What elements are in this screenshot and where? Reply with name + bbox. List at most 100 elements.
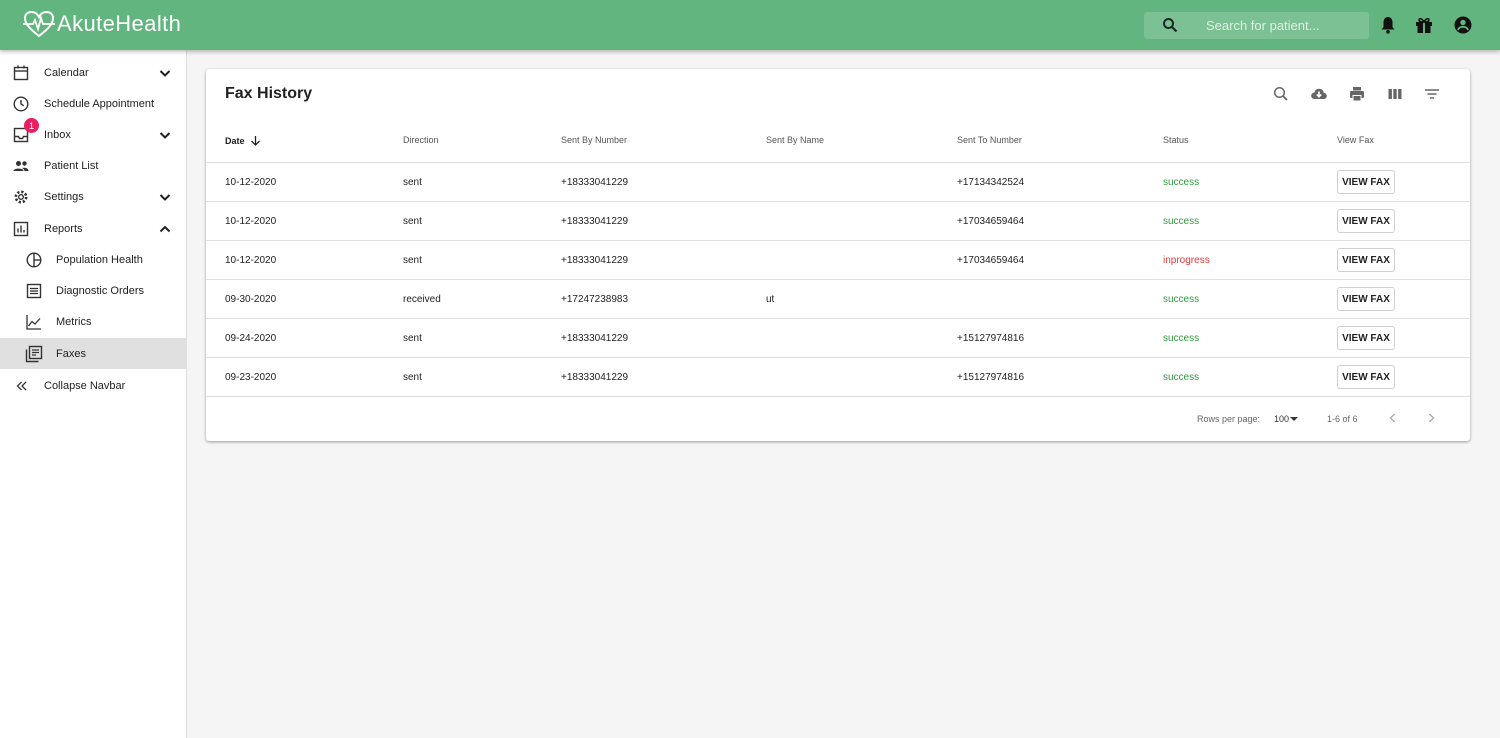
status-badge: success [1163,216,1200,227]
view-fax-button[interactable]: VIEW FAX [1337,326,1395,350]
cell-direction: sent [403,372,422,383]
brand-logo[interactable]: AkuteHealth [22,9,181,39]
table-row: 09-30-2020 received +17247238983 ut succ… [206,279,1470,318]
sidebar-item-label: Collapse Navbar [44,379,126,392]
brand-name: AkuteHealth [57,11,182,36]
heart-pulse-icon [23,10,55,38]
cell-direction: received [403,294,441,305]
cell-date: 09-23-2020 [225,372,277,383]
cell-direction: sent [403,255,422,266]
print-icon[interactable] [1348,85,1366,103]
sidebar-item-label: Population Health [56,253,143,266]
sidebar-item-label: Inbox [44,128,71,141]
status-badge: success [1163,372,1200,383]
sidebar-nav: Calendar Schedule Appointment Inbox Pati… [0,50,187,738]
chevron-down-icon[interactable] [157,65,173,81]
rows-per-page-select[interactable]: 100 [1274,414,1299,424]
column-header-view-fax: View Fax [1337,135,1374,145]
view-fax-button[interactable]: VIEW FAX [1337,287,1395,311]
line-chart-icon [26,314,41,330]
view-columns-icon[interactable] [1386,85,1404,103]
column-header-sent-to-number[interactable]: Sent To Number [957,135,1022,145]
fax-document-icon [25,345,43,362]
column-header-sent-by-name[interactable]: Sent By Name [766,135,824,145]
sidebar-item-label: Calendar [44,66,89,79]
dropdown-arrow-icon [1290,417,1299,421]
bell-icon[interactable] [1378,15,1398,35]
table-row: 09-23-2020 sent +18333041229 +1512797481… [206,357,1470,396]
sidebar-item-faxes[interactable]: Faxes [0,338,187,369]
sidebar-item-schedule-appointment[interactable]: Schedule Appointment [0,88,187,119]
chevron-right-icon[interactable] [1424,411,1438,425]
column-header-date[interactable]: Date [225,135,261,146]
chevron-down-icon[interactable] [157,127,173,143]
clock-icon [13,95,29,112]
rows-per-page-label: Rows per page: [1197,414,1261,424]
chevron-up-icon[interactable] [157,221,173,237]
cell-sent-to-number: +17034659464 [957,216,1025,227]
sidebar-item-diagnostic-orders[interactable]: Diagnostic Orders [0,275,187,306]
filter-list-icon[interactable] [1423,85,1441,103]
column-header-status[interactable]: Status [1163,135,1189,145]
column-header-direction[interactable]: Direction [403,135,439,145]
cell-sent-by-number: +17247238983 [561,294,629,305]
top-app-bar: AkuteHealth [0,0,1500,50]
rows-per-page-value: 100 [1274,414,1290,424]
table-row: 10-12-2020 sent +18333041229 +1713434252… [206,162,1470,201]
sidebar-item-label: Settings [44,190,84,203]
status-badge: success [1163,177,1200,188]
double-chevron-left-icon [16,381,27,390]
status-badge: inprogress [1163,255,1210,266]
sidebar-item-collapse-navbar[interactable]: Collapse Navbar [0,370,187,401]
cell-sent-to-number: +17034659464 [957,255,1025,266]
view-fax-button[interactable]: VIEW FAX [1337,209,1395,233]
sidebar-item-calendar[interactable]: Calendar [0,57,187,88]
sidebar-item-label: Schedule Appointment [44,97,155,110]
view-fax-button[interactable]: VIEW FAX [1337,170,1395,194]
cell-date: 10-12-2020 [225,177,277,188]
search-icon[interactable] [1272,85,1290,103]
calendar-icon [13,65,29,80]
pie-chart-icon [26,251,42,268]
cell-sent-by-number: +18333041229 [561,177,629,188]
inbox-unread-badge: 1 [24,118,39,133]
chevron-down-icon[interactable] [157,189,173,205]
view-fax-button[interactable]: VIEW FAX [1337,248,1395,272]
sidebar-item-reports[interactable]: Reports [0,213,187,244]
patient-search[interactable] [1144,12,1369,39]
gear-icon [14,190,28,203]
account-circle-icon[interactable] [1453,15,1473,35]
gift-icon[interactable] [1414,15,1434,35]
column-header-sent-by-number[interactable]: Sent By Number [561,135,627,145]
cell-sent-to-number: +17134342524 [957,177,1025,188]
pagination-range: 1-6 of 6 [1327,414,1358,424]
cell-sent-by-number: +18333041229 [561,255,629,266]
cell-date: 09-30-2020 [225,294,277,305]
sidebar-item-settings[interactable]: Settings [0,181,187,212]
chevron-left-icon[interactable] [1386,411,1400,425]
view-fax-button[interactable]: VIEW FAX [1337,365,1395,389]
table-row: 09-24-2020 sent +18333041229 +1512797481… [206,318,1470,357]
reports-chart-icon [13,221,29,236]
people-icon [13,160,29,171]
search-icon [1163,18,1178,33]
cloud-download-icon[interactable] [1310,85,1328,103]
sidebar-item-metrics[interactable]: Metrics [0,306,187,337]
sidebar-item-patient-list[interactable]: Patient List [0,150,187,181]
cell-sent-to-number: +15127974816 [957,333,1025,344]
cell-direction: sent [403,216,422,227]
search-input[interactable] [1206,12,1366,39]
cell-sent-by-number: +18333041229 [561,372,629,383]
sidebar-item-population-health[interactable]: Population Health [0,244,187,275]
cell-sent-by-number: +18333041229 [561,333,629,344]
cell-date: 10-12-2020 [225,255,277,266]
list-document-icon [26,283,42,298]
arrow-down-icon [250,136,260,146]
cell-direction: sent [403,177,422,188]
cell-date: 10-12-2020 [225,216,277,227]
page-title: Fax History [225,85,313,102]
sidebar-item-label: Patient List [44,159,99,172]
cell-sent-to-number: +15127974816 [957,372,1025,383]
cell-sent-by-name: ut [766,294,775,305]
table-footer-divider [206,396,1470,397]
